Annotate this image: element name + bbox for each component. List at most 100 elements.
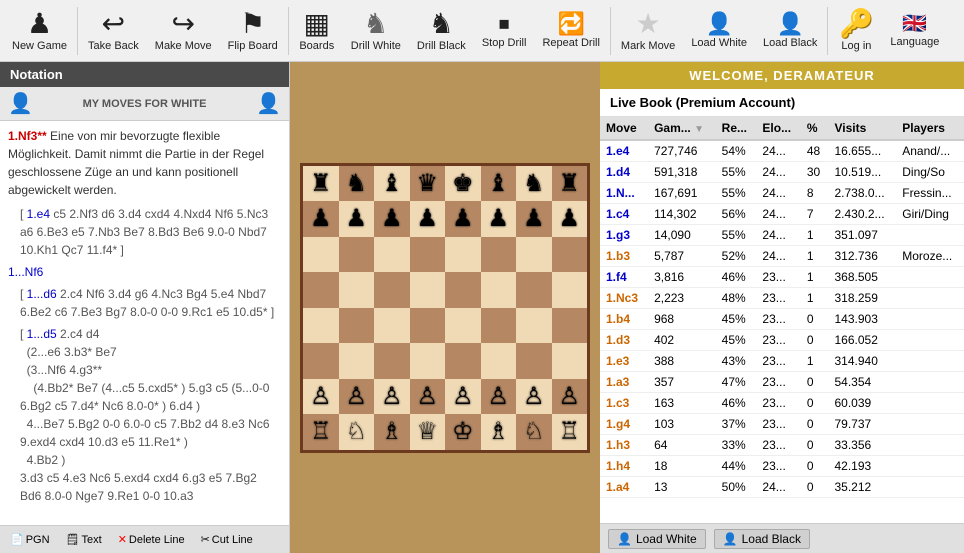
- square-b6[interactable]: [339, 237, 375, 273]
- square-b3[interactable]: [339, 343, 375, 379]
- square-g3[interactable]: [516, 343, 552, 379]
- square-f1[interactable]: ♗: [481, 414, 517, 450]
- square-f8[interactable]: ♝: [481, 166, 517, 202]
- square-d2[interactable]: ♙: [410, 379, 446, 415]
- col-games[interactable]: Gam... ▼: [648, 117, 716, 140]
- table-row[interactable]: 1.a4 13 50% 24... 0 35.212: [600, 477, 964, 498]
- col-pct[interactable]: %: [801, 117, 829, 140]
- table-row[interactable]: 1.c4 114,302 56% 24... 7 2.430.2... Giri…: [600, 204, 964, 225]
- square-a8[interactable]: ♜: [303, 166, 339, 202]
- square-g6[interactable]: [516, 237, 552, 273]
- notation-content[interactable]: 1.Nf3** Eine von mir bevorzugte flexible…: [0, 121, 289, 525]
- col-visits[interactable]: Visits: [829, 117, 897, 140]
- square-f2[interactable]: ♙: [481, 379, 517, 415]
- square-a7[interactable]: ♟: [303, 201, 339, 237]
- table-row[interactable]: 1.N... 167,691 55% 24... 8 2.738.0... Fr…: [600, 183, 964, 204]
- table-row[interactable]: 1.b3 5,787 52% 24... 1 312.736 Moroze...: [600, 246, 964, 267]
- cut-line-button[interactable]: ✂ Cut Line: [197, 532, 257, 547]
- square-d4[interactable]: [410, 308, 446, 344]
- square-h8[interactable]: ♜: [552, 166, 588, 202]
- stop-drill-button[interactable]: ⏹ Stop Drill: [474, 2, 535, 60]
- col-move[interactable]: Move: [600, 117, 648, 140]
- load-black-button[interactable]: 👤 Load Black: [755, 2, 825, 60]
- square-g7[interactable]: ♟: [516, 201, 552, 237]
- col-re[interactable]: Re...: [716, 117, 757, 140]
- live-table-wrap[interactable]: Move Gam... ▼ Re... Elo... % Visits Play…: [600, 117, 964, 523]
- square-b1[interactable]: ♘: [339, 414, 375, 450]
- square-f3[interactable]: [481, 343, 517, 379]
- square-g1[interactable]: ♘: [516, 414, 552, 450]
- square-e4[interactable]: [445, 308, 481, 344]
- new-game-button[interactable]: ♟ New Game: [4, 2, 75, 60]
- col-elo[interactable]: Elo...: [756, 117, 800, 140]
- table-row[interactable]: 1.g3 14,090 55% 24... 1 351.097: [600, 225, 964, 246]
- table-row[interactable]: 1.f4 3,816 46% 23... 1 368.505: [600, 267, 964, 288]
- mark-move-button[interactable]: ★ Mark Move: [613, 2, 683, 60]
- square-a2[interactable]: ♙: [303, 379, 339, 415]
- square-b4[interactable]: [339, 308, 375, 344]
- square-d3[interactable]: [410, 343, 446, 379]
- drill-white-button[interactable]: ♞ Drill White: [343, 2, 409, 60]
- square-g2[interactable]: ♙: [516, 379, 552, 415]
- delete-line-button[interactable]: ✕ Delete Line: [114, 532, 189, 547]
- make-move-button[interactable]: ↪ Make Move: [147, 2, 220, 60]
- square-h4[interactable]: [552, 308, 588, 344]
- square-e6[interactable]: [445, 237, 481, 273]
- square-c6[interactable]: [374, 237, 410, 273]
- footer-load-black-button[interactable]: 👤 Load Black: [714, 529, 810, 549]
- square-f7[interactable]: ♟: [481, 201, 517, 237]
- table-row[interactable]: 1.a3 357 47% 23... 0 54.354: [600, 372, 964, 393]
- table-row[interactable]: 1.h4 18 44% 23... 0 42.193: [600, 456, 964, 477]
- square-a6[interactable]: [303, 237, 339, 273]
- boards-button[interactable]: ▦ Boards: [291, 2, 343, 60]
- square-g8[interactable]: ♞: [516, 166, 552, 202]
- square-f6[interactable]: [481, 237, 517, 273]
- square-c1[interactable]: ♗: [374, 414, 410, 450]
- square-c3[interactable]: [374, 343, 410, 379]
- square-h1[interactable]: ♖: [552, 414, 588, 450]
- square-h2[interactable]: ♙: [552, 379, 588, 415]
- pgn-button[interactable]: 📄 PGN: [6, 532, 54, 547]
- table-row[interactable]: 1.e4 727,746 54% 24... 48 16.655... Anan…: [600, 140, 964, 162]
- square-d8[interactable]: ♛: [410, 166, 446, 202]
- drill-black-button[interactable]: ♞ Drill Black: [409, 2, 474, 60]
- square-b5[interactable]: [339, 272, 375, 308]
- language-button[interactable]: 🇬🇧 Language: [882, 2, 947, 60]
- square-c5[interactable]: [374, 272, 410, 308]
- square-c8[interactable]: ♝: [374, 166, 410, 202]
- square-e3[interactable]: [445, 343, 481, 379]
- square-f5[interactable]: [481, 272, 517, 308]
- table-row[interactable]: 1.h3 64 33% 23... 0 33.356: [600, 435, 964, 456]
- square-d6[interactable]: [410, 237, 446, 273]
- square-f4[interactable]: [481, 308, 517, 344]
- square-c7[interactable]: ♟: [374, 201, 410, 237]
- table-row[interactable]: 1.b4 968 45% 23... 0 143.903: [600, 309, 964, 330]
- square-e5[interactable]: [445, 272, 481, 308]
- col-players[interactable]: Players: [896, 117, 964, 140]
- square-h7[interactable]: ♟: [552, 201, 588, 237]
- square-g4[interactable]: [516, 308, 552, 344]
- square-b8[interactable]: ♞: [339, 166, 375, 202]
- square-e1[interactable]: ♔: [445, 414, 481, 450]
- square-a5[interactable]: [303, 272, 339, 308]
- square-a1[interactable]: ♖: [303, 414, 339, 450]
- square-b2[interactable]: ♙: [339, 379, 375, 415]
- square-c2[interactable]: ♙: [374, 379, 410, 415]
- text-button[interactable]: 🗒 Text: [62, 532, 106, 547]
- square-g5[interactable]: [516, 272, 552, 308]
- square-e8[interactable]: ♚: [445, 166, 481, 202]
- log-in-button[interactable]: 🔑 Log in: [830, 2, 882, 60]
- square-a4[interactable]: [303, 308, 339, 344]
- square-h3[interactable]: [552, 343, 588, 379]
- take-back-button[interactable]: ↩ Take Back: [80, 2, 147, 60]
- repeat-drill-button[interactable]: 🔁 Repeat Drill: [534, 2, 607, 60]
- square-d1[interactable]: ♕: [410, 414, 446, 450]
- footer-load-white-button[interactable]: 👤 Load White: [608, 529, 706, 549]
- chess-board[interactable]: ♜♞♝♛♚♝♞♜♟♟♟♟♟♟♟♟♙♙♙♙♙♙♙♙♖♘♗♕♔♗♘♖: [300, 163, 590, 453]
- square-e2[interactable]: ♙: [445, 379, 481, 415]
- table-row[interactable]: 1.d4 591,318 55% 24... 30 10.519... Ding…: [600, 162, 964, 183]
- table-row[interactable]: 1.e3 388 43% 23... 1 314.940: [600, 351, 964, 372]
- square-h6[interactable]: [552, 237, 588, 273]
- load-white-button[interactable]: 👤 Load White: [683, 2, 755, 60]
- square-d5[interactable]: [410, 272, 446, 308]
